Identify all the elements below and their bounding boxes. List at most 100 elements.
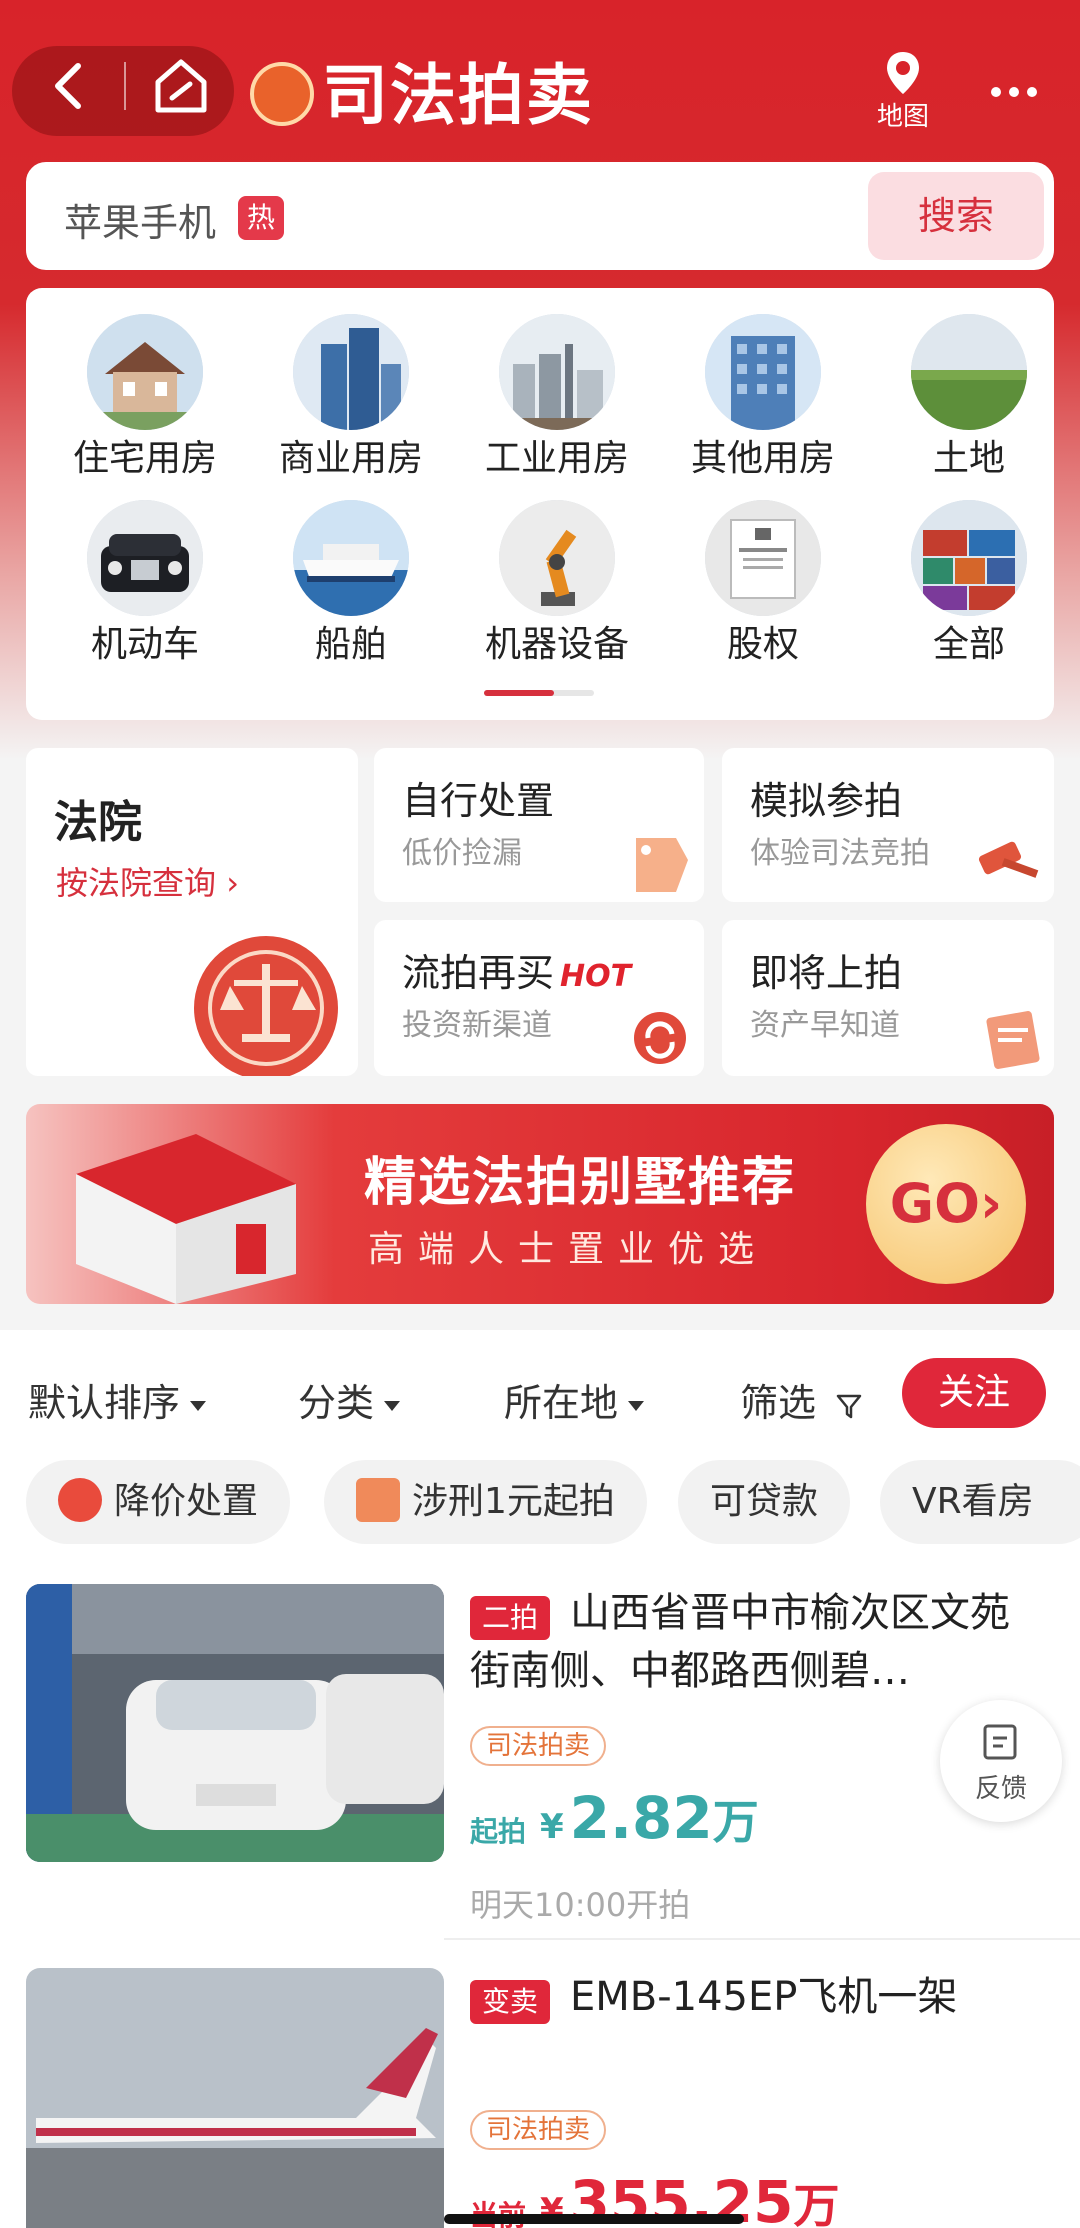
ship-icon — [293, 500, 409, 616]
tile-subtitle: 资产早知道 — [750, 1008, 900, 1043]
land-icon — [911, 314, 1027, 430]
search-button[interactable]: 搜索 — [868, 172, 1044, 260]
office-tower-icon — [293, 314, 409, 430]
feedback-button[interactable]: 反馈 — [940, 1700, 1062, 1822]
filter-button[interactable]: 筛选 — [740, 1372, 864, 1427]
gavel-icon — [978, 841, 1039, 878]
relist-tile[interactable]: 流拍再买 HOT 投资新渠道 — [374, 920, 704, 1076]
map-label: 地图 — [876, 102, 929, 132]
category-label: 机动车 — [90, 624, 199, 665]
category-commercial[interactable]: 商业用房 — [248, 314, 454, 482]
listing-title: EMB-145EP飞机一架 — [470, 1968, 1030, 2026]
chip-vr-viewing[interactable]: VR看房 — [880, 1460, 1080, 1544]
listing-item[interactable]: EMB-145EP飞机一架 变卖 司法拍卖 当前 ¥355.25万 — [0, 1968, 1080, 2228]
document-icon — [986, 1011, 1040, 1069]
category-vehicle[interactable]: 机动车 — [42, 500, 248, 668]
caret-down-icon — [384, 1400, 401, 1411]
page-indicator — [484, 690, 594, 696]
hot-badge: 热 — [238, 196, 284, 240]
tile-subtitle: 体验司法竞拍 — [750, 836, 930, 871]
price-unit: 万 — [793, 2179, 840, 2228]
house-icon — [87, 314, 203, 430]
source-tag: 司法拍卖 — [470, 1726, 607, 1766]
sort-label: 默认排序 — [28, 1381, 181, 1425]
self-disposal-tile[interactable]: 自行处置 低价捡漏 — [374, 748, 704, 902]
home-indicator — [444, 2214, 744, 2224]
category-label: 机器设备 — [484, 624, 629, 665]
chip-loanable[interactable]: 可贷款 — [678, 1460, 851, 1544]
price-number: 2.82 — [569, 1784, 713, 1852]
lightning-icon — [58, 1478, 102, 1522]
chevron-right-icon: › — [226, 864, 239, 902]
category-industrial[interactable]: 工业用房 — [454, 314, 660, 482]
car-icon — [87, 500, 203, 616]
go-button[interactable]: GO› — [866, 1124, 1026, 1284]
sort-dropdown[interactable]: 默认排序 — [28, 1372, 207, 1427]
mock-bid-tile[interactable]: 模拟参拍 体验司法竞拍 — [722, 748, 1054, 902]
category-label: 船舶 — [314, 624, 387, 665]
banner-title: 精选法拍别墅推荐 — [364, 1153, 797, 1213]
listing-title: 山西省晋中市榆次区文苑街南侧、中都路西侧碧… — [470, 1584, 1030, 1700]
factory-icon — [499, 314, 615, 430]
category-label: 工业用房 — [484, 438, 629, 479]
category-equity[interactable]: 股权 — [660, 500, 866, 668]
chip-label: VR看房 — [912, 1481, 1034, 1522]
more-icon[interactable] — [988, 82, 1040, 102]
building-icon — [705, 314, 821, 430]
category-ship[interactable]: 船舶 — [248, 500, 454, 668]
court-title: 法院 — [54, 797, 142, 848]
category-land[interactable]: 土地 — [866, 314, 1072, 482]
airplane-photo — [26, 1968, 444, 2228]
court-tile[interactable]: 法院 按法院查询 › — [26, 748, 358, 1076]
tile-title: 流拍再买 — [402, 951, 555, 995]
category-residential[interactable]: 住宅用房 — [42, 314, 248, 482]
price-value: ¥2.82万 — [540, 1784, 759, 1852]
page-indicator-active — [484, 690, 554, 696]
category-grid: 住宅用房 商业用房 工业用房 其他用房 土地 机动车 船舶 机器设备 股权 全部 — [26, 288, 1054, 720]
court-query-link[interactable]: 按法院查询 › — [56, 858, 239, 904]
chip-criminal-1yuan[interactable]: 涉刑1元起拍 — [324, 1460, 647, 1544]
auction-round-tag: 二拍 — [470, 1596, 551, 1640]
upcoming-tile[interactable]: 即将上拍 资产早知道 — [722, 920, 1054, 1076]
robot-arm-icon — [499, 500, 615, 616]
caret-down-icon — [628, 1400, 645, 1411]
search-bar[interactable]: 苹果手机 热 搜索 — [26, 162, 1054, 270]
category-dropdown[interactable]: 分类 — [298, 1372, 401, 1427]
category-all[interactable]: 全部 — [866, 500, 1072, 668]
auction-time: 明天10:00开拍 — [470, 1886, 691, 1924]
edit-note-icon — [983, 1724, 1017, 1760]
back-icon[interactable] — [44, 60, 96, 112]
location-dropdown[interactable]: 所在地 — [504, 1372, 645, 1427]
house-illustration-icon — [76, 1134, 296, 1304]
category-filter-label: 分类 — [298, 1381, 375, 1425]
search-input[interactable]: 苹果手机 — [64, 192, 216, 247]
auction-round-tag: 变卖 — [470, 1980, 551, 2024]
source-tag: 司法拍卖 — [470, 2110, 607, 2150]
tile-subtitle: 低价捡漏 — [402, 836, 522, 871]
hot-label: HOT — [560, 959, 632, 994]
villa-promo-banner[interactable]: 精选法拍别墅推荐 高端人士置业优选 GO› — [26, 1104, 1054, 1304]
listing-item[interactable]: 山西省晋中市榆次区文苑街南侧、中都路西侧碧… 二拍 司法拍卖 起拍 ¥2.82万… — [0, 1584, 1080, 1964]
tile-title: 即将上拍 — [750, 951, 903, 995]
category-label: 股权 — [726, 624, 799, 665]
chip-price-cut[interactable]: 降价处置 — [26, 1460, 291, 1544]
tile-title-row: 流拍再买 HOT — [402, 942, 631, 997]
follow-button[interactable]: 关注 — [902, 1358, 1046, 1428]
home-icon[interactable] — [150, 56, 212, 116]
tile-title: 自行处置 — [402, 779, 555, 823]
chevron-right-icon: › — [979, 1172, 1003, 1235]
item-divider — [444, 1938, 1080, 1940]
price-unit: 万 — [712, 1795, 759, 1849]
banner-subtitle: 高端人士置业优选 — [368, 1229, 769, 1270]
category-other[interactable]: 其他用房 — [660, 314, 866, 482]
category-label: 全部 — [932, 624, 1005, 665]
currency-symbol: ¥ — [540, 1807, 564, 1847]
court-emblem-icon — [250, 62, 314, 126]
category-label: 住宅用房 — [72, 438, 217, 479]
category-machinery[interactable]: 机器设备 — [454, 500, 660, 668]
chip-label: 降价处置 — [114, 1481, 259, 1522]
filter-funnel-icon — [836, 1394, 862, 1418]
caret-down-icon — [190, 1400, 207, 1411]
map-button[interactable]: 地图 — [868, 48, 938, 144]
listing-title-text: EMB-145EP飞机一架 — [570, 1974, 958, 2020]
